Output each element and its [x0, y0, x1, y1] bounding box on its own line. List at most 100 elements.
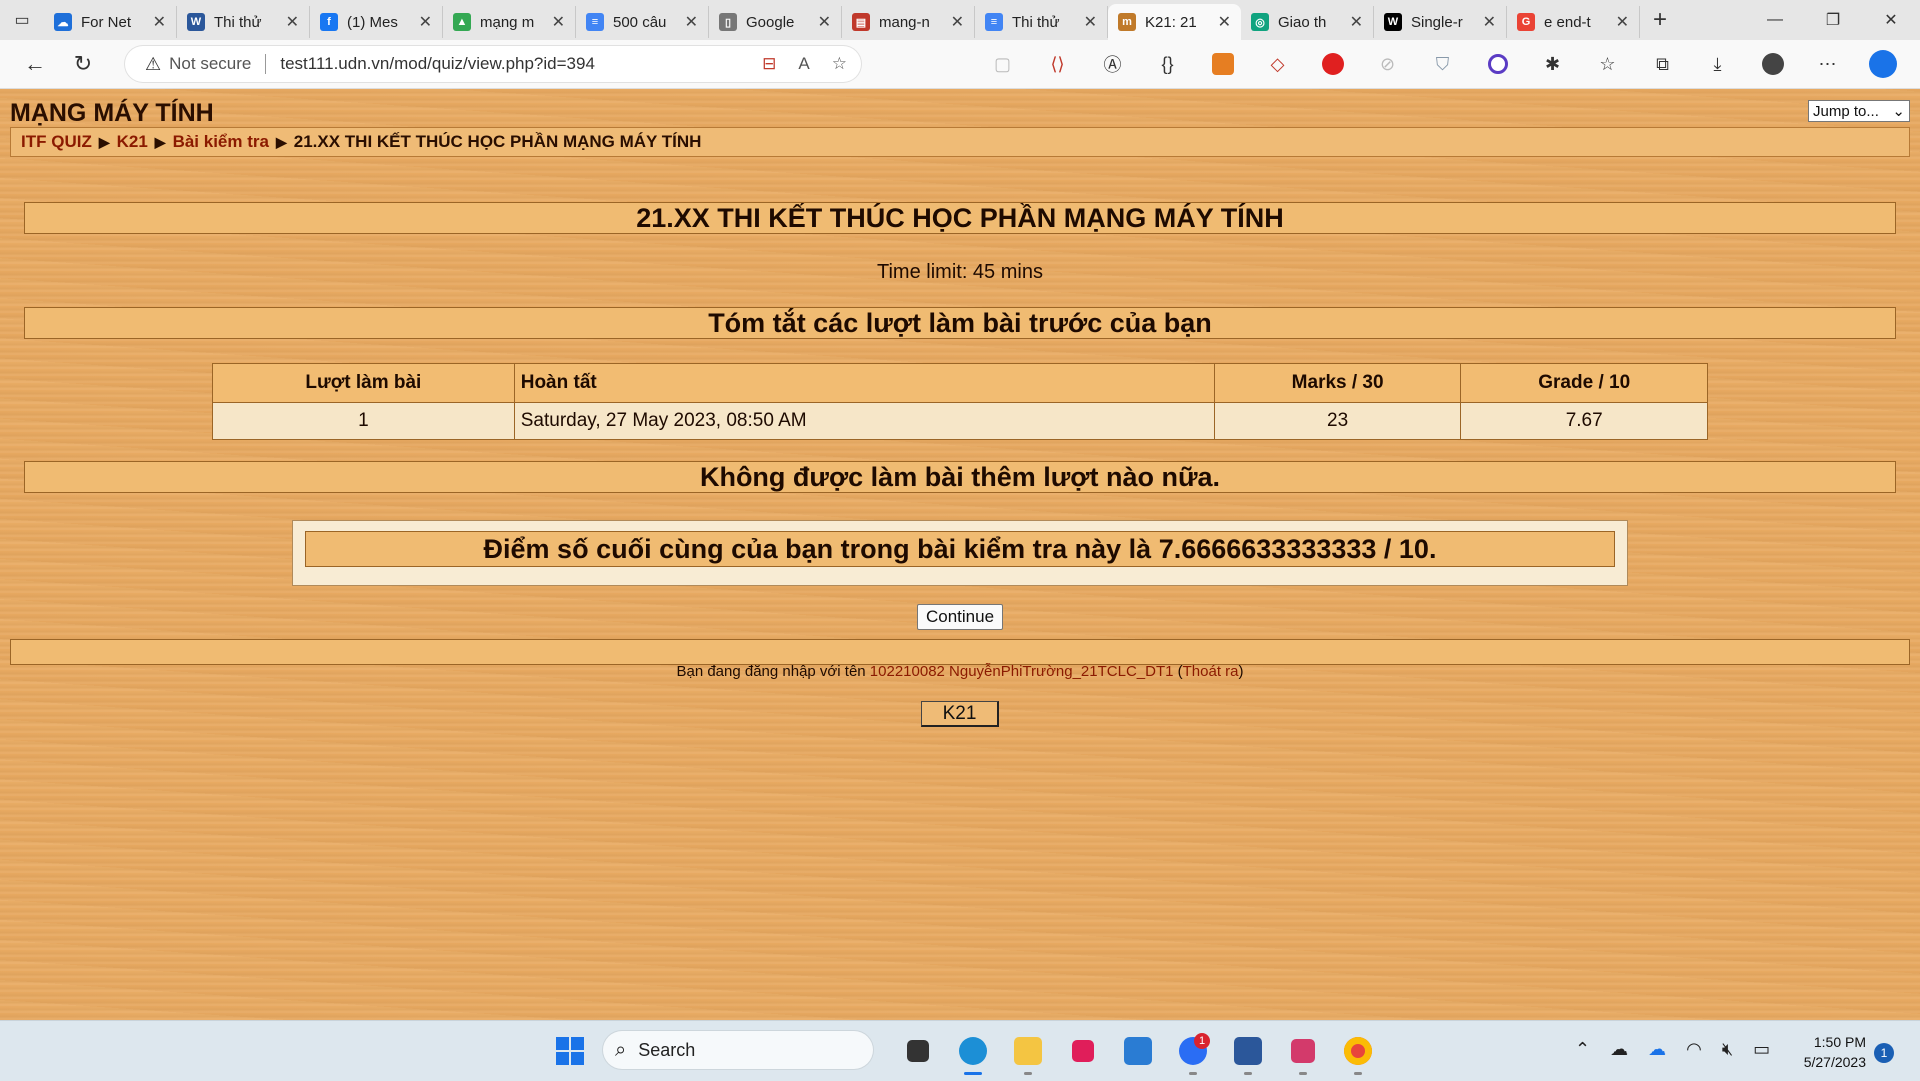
- final-grade-box: Điểm số cuối cùng của bạn trong bài kiểm…: [292, 520, 1628, 586]
- tab-label: Thi thử: [1012, 13, 1060, 31]
- extension-gem-icon[interactable]: ◇: [1250, 54, 1305, 75]
- time-limit: Time limit: 45 mins: [877, 261, 1043, 283]
- onedrive-blue-icon[interactable]: ☁: [1648, 1039, 1666, 1060]
- wifi-icon[interactable]: ◠: [1686, 1039, 1702, 1060]
- taskbar-search[interactable]: ⌕ Search: [603, 1031, 873, 1069]
- read-aloud-icon[interactable]: A: [798, 54, 809, 74]
- close-window-icon[interactable]: ✕: [1862, 0, 1920, 40]
- tab-label: Thi thử: [214, 13, 262, 31]
- extension-braces-icon[interactable]: {}: [1140, 54, 1195, 75]
- tab-close-icon[interactable]: ✕: [552, 12, 565, 32]
- file-explorer-icon[interactable]: [1000, 1031, 1055, 1075]
- favorites-icon[interactable]: ☆: [1580, 54, 1635, 75]
- word-icon[interactable]: [1220, 1031, 1275, 1075]
- add-favorite-icon[interactable]: ☆: [832, 54, 847, 74]
- snipping-tool-icon[interactable]: [1275, 1031, 1330, 1075]
- tab-close-icon[interactable]: ✕: [951, 12, 964, 32]
- tab-label: K21: 21: [1145, 13, 1197, 31]
- extension-record-icon[interactable]: [1305, 53, 1360, 75]
- extension-compass-icon[interactable]: ⊘: [1360, 54, 1415, 75]
- tab-close-icon[interactable]: ✕: [1483, 12, 1496, 32]
- zalo-icon[interactable]: 1: [1165, 1031, 1220, 1075]
- vscode-icon[interactable]: [1110, 1031, 1165, 1071]
- minimize-icon[interactable]: —: [1746, 0, 1804, 40]
- volume-mute-icon[interactable]: 🔇︎: [1722, 1039, 1733, 1060]
- breadcrumb-arrow-icon: ▶: [275, 133, 287, 150]
- chrome-icon[interactable]: [1330, 1031, 1385, 1075]
- breadcrumb-bai-kiem-tra[interactable]: Bài kiểm tra: [173, 132, 269, 152]
- back-icon[interactable]: ←: [14, 44, 56, 84]
- new-tab-button[interactable]: +: [1640, 6, 1680, 34]
- tab-close-icon[interactable]: ✕: [1616, 12, 1629, 32]
- tab-close-icon[interactable]: ✕: [153, 12, 166, 32]
- slack-icon[interactable]: [1055, 1031, 1110, 1071]
- extension-code-icon[interactable]: ⟨⟩: [1030, 54, 1085, 75]
- breadcrumb-k21[interactable]: K21: [117, 132, 148, 152]
- app-available-icon[interactable]: ⊟: [762, 54, 776, 74]
- user-profile-link[interactable]: 102210082 NguyễnPhiTrường_21TCLC_DT1: [870, 663, 1174, 680]
- extension-circle-icon[interactable]: [1470, 54, 1525, 74]
- logout-link[interactable]: Thoát ra: [1183, 663, 1239, 680]
- tab-close-icon[interactable]: ✕: [1084, 12, 1097, 32]
- windows-start-icon[interactable]: [556, 1037, 586, 1067]
- tab-close-icon[interactable]: ✕: [818, 12, 831, 32]
- tab-label: mạng m: [480, 13, 535, 31]
- extension-a-icon[interactable]: Ⓐ: [1085, 51, 1140, 77]
- browser-tab[interactable]: m K21: 21 ✕: [1108, 4, 1241, 40]
- browser-tab[interactable]: ▤ mang-n ✕: [842, 6, 975, 38]
- browser-tab[interactable]: ▲ mạng m ✕: [443, 6, 576, 38]
- downloads-icon[interactable]: ⤓: [1690, 54, 1745, 75]
- summary-heading: Tóm tắt các lượt làm bài trước của bạn: [24, 307, 1896, 339]
- continue-button[interactable]: Continue: [917, 604, 1003, 630]
- browser-tab[interactable]: ▯ Google ✕: [709, 6, 842, 38]
- tab-close-icon[interactable]: ✕: [1350, 12, 1363, 32]
- final-grade-text: Điểm số cuối cùng của bạn trong bài kiểm…: [305, 531, 1615, 567]
- browser-tab[interactable]: ◎ Giao th ✕: [1241, 6, 1374, 38]
- address-bar[interactable]: ⚠ Not secure test111.udn.vn/mod/quiz/vie…: [125, 46, 861, 82]
- jump-to-select[interactable]: Jump to... ⌄: [1808, 100, 1910, 122]
- browser-tab[interactable]: ≡ 500 câu ✕: [576, 6, 709, 38]
- browser-tab[interactable]: ☁ For Net ✕: [44, 6, 177, 38]
- onedrive-icon[interactable]: ☁: [1610, 1039, 1628, 1060]
- quiz-title: 21.XX THI KẾT THÚC HỌC PHẦN MẠNG MÁY TÍN…: [24, 202, 1896, 234]
- browser-tab[interactable]: Ge end-t ✕: [1507, 6, 1640, 38]
- tab-actions-icon[interactable]: ▭: [0, 0, 44, 40]
- course-home-button[interactable]: K21: [921, 701, 999, 727]
- tab-favicon-icon: ≡: [985, 13, 1003, 31]
- tab-close-icon[interactable]: ✕: [419, 12, 432, 32]
- browser-tab[interactable]: W Thi thử ✕: [177, 6, 310, 38]
- clock-time: 1:50 PM: [1813, 1034, 1866, 1050]
- tab-bar: ▭ ☁ For Net ✕ W Thi thử ✕ f (1) Mes ✕ ▲ mạng m ✕ ≡ 50…: [0, 0, 1920, 40]
- task-view-icon[interactable]: [890, 1031, 945, 1071]
- edge-icon[interactable]: [945, 1031, 1000, 1075]
- more-options-icon[interactable]: ⋯: [1800, 54, 1855, 75]
- browser-tab[interactable]: f (1) Mes ✕: [310, 6, 443, 38]
- chevron-up-icon[interactable]: ⌃: [1575, 1039, 1590, 1060]
- attempts-table: Lượt làm bài Hoàn tất Marks / 30 Grade /…: [212, 363, 1708, 440]
- extensions-bar: ▢ ⟨⟩ Ⓐ {} ◇ ⊘ ⛉ ✱ ☆ ⧉ ⤓ ⋯: [975, 40, 1910, 88]
- browser-tab[interactable]: W Single-r ✕: [1374, 6, 1507, 38]
- browser-tab[interactable]: ≡ Thi thử ✕: [975, 6, 1108, 38]
- refresh-icon[interactable]: ↻: [62, 44, 104, 84]
- notification-badge[interactable]: 1: [1874, 1043, 1894, 1063]
- cell-attempt: 1: [212, 402, 515, 440]
- tab-label: 500 câu: [613, 13, 667, 31]
- extension-translate-icon[interactable]: [1195, 53, 1250, 75]
- collections-icon[interactable]: ⧉: [1635, 54, 1690, 75]
- clock[interactable]: 1:50 PM 5/27/2023: [1796, 1032, 1866, 1072]
- extensions-icon[interactable]: ✱: [1525, 54, 1580, 75]
- restore-icon[interactable]: ❐: [1804, 0, 1862, 40]
- table-row: 1 Saturday, 27 May 2023, 08:50 AM 23 7.6…: [212, 402, 1708, 440]
- bing-icon[interactable]: [1855, 50, 1910, 78]
- extension-icon[interactable]: ▢: [975, 54, 1030, 75]
- breadcrumb-itf-quiz[interactable]: ITF QUIZ: [21, 132, 92, 152]
- tab-close-icon[interactable]: ✕: [286, 12, 299, 32]
- profile-avatar[interactable]: [1745, 53, 1800, 75]
- tab-favicon-icon: ≡: [586, 13, 604, 31]
- battery-icon[interactable]: ▭: [1753, 1039, 1770, 1060]
- tab-close-icon[interactable]: ✕: [1218, 12, 1231, 32]
- extension-shield-icon[interactable]: ⛉: [1415, 54, 1470, 75]
- tab-label: mang-n: [879, 13, 930, 31]
- tab-label: Giao th: [1278, 13, 1327, 31]
- tab-close-icon[interactable]: ✕: [685, 12, 698, 32]
